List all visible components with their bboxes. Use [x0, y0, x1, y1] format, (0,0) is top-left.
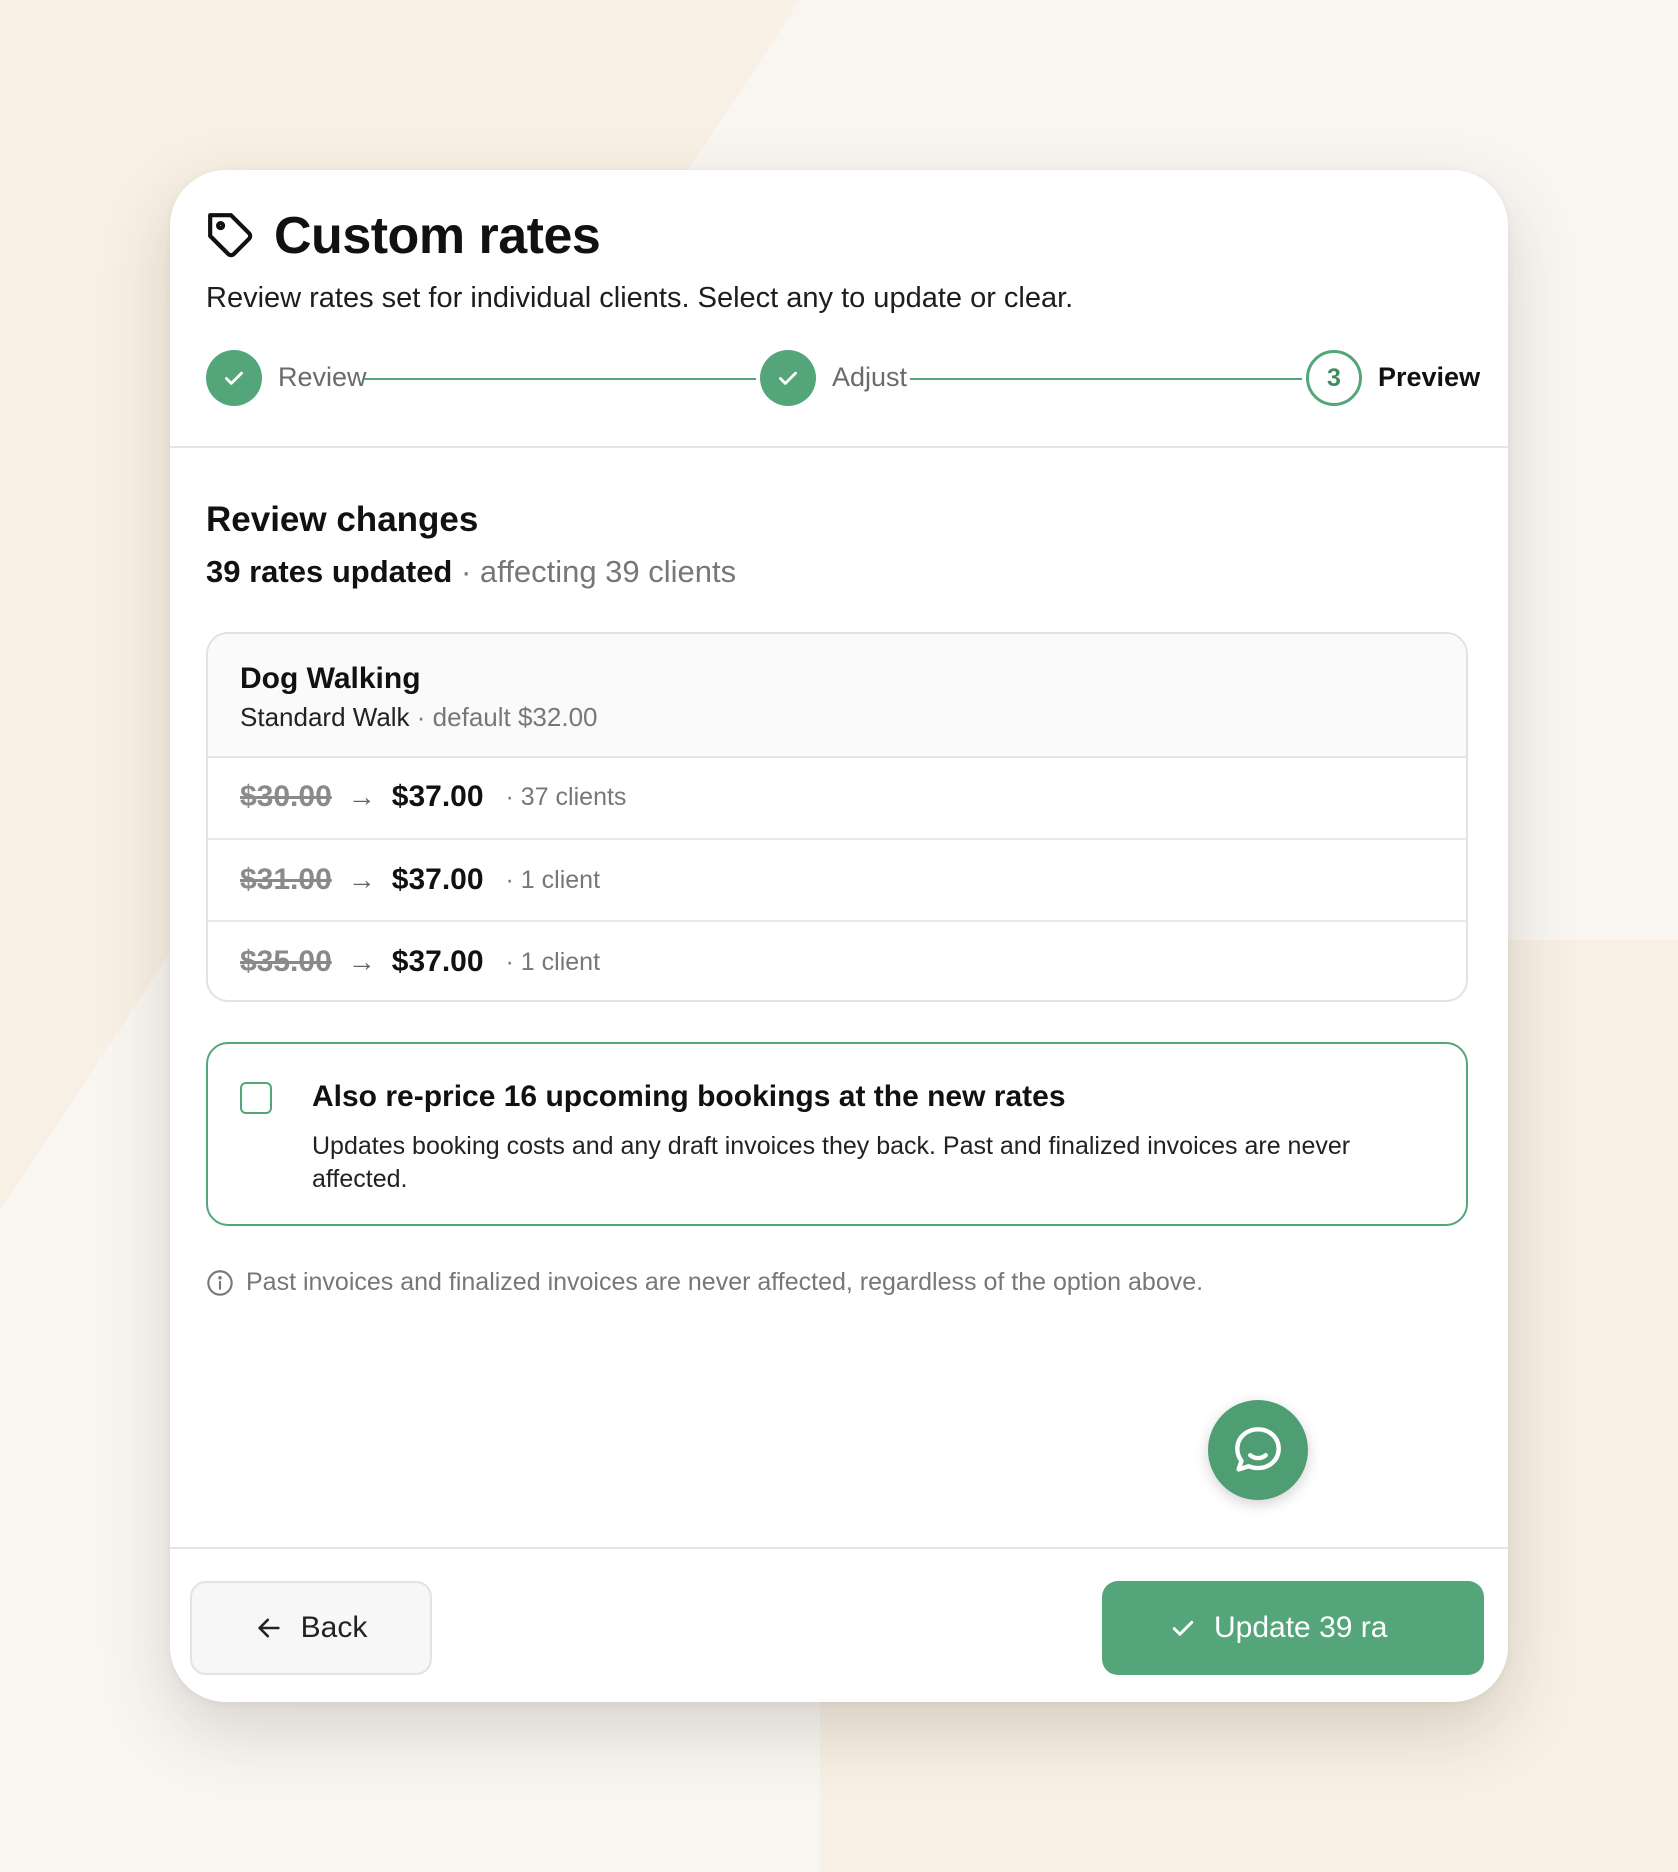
info-icon — [207, 1269, 233, 1296]
review-summary: 39 rates updated · affecting 39 clients — [206, 554, 736, 590]
review-changes-title: Review changes — [206, 500, 479, 539]
update-rates-button-label: Update 39 ra — [1214, 1611, 1388, 1644]
default-rate: · default $32.00 — [416, 702, 598, 732]
rate-changes-list: Dog Walking Standard Walk · default $32.… — [206, 632, 1468, 1002]
step-review-label: Review — [278, 362, 367, 392]
step-connector — [910, 378, 1302, 380]
service-variant: Standard Walk — [240, 702, 410, 732]
step-adjust-circle — [760, 350, 816, 406]
client-count: · 1 client — [505, 947, 601, 976]
info-note: Past invoices and finalized invoices are… — [206, 1268, 1203, 1297]
rate-change-row: $35.00 → $37.00 · 1 client — [208, 920, 1466, 1000]
step-preview-circle: 3 — [1306, 350, 1362, 406]
dialog-footer: Back Update 39 ra — [170, 1547, 1508, 1702]
step-number: 3 — [1327, 363, 1341, 392]
info-note-text: Past invoices and finalized invoices are… — [246, 1268, 1204, 1296]
old-rate: $35.00 — [240, 945, 332, 978]
step-review-circle — [206, 350, 262, 406]
chat-launcher-button[interactable] — [1208, 1400, 1308, 1500]
reprice-option-title: Also re-price 16 upcoming bookings at th… — [312, 1080, 1066, 1113]
new-rate: $37.00 — [391, 863, 484, 896]
client-count: · 37 clients — [505, 782, 627, 811]
title-row: Custom rates — [206, 206, 601, 266]
reprice-bookings-option[interactable]: Also re-price 16 upcoming bookings at th… — [206, 1042, 1468, 1226]
arrow-right-icon: → — [347, 946, 376, 977]
stepper: Review Adjust 3 Preview — [206, 350, 1480, 408]
new-rate: $37.00 — [391, 945, 484, 978]
page-title: Custom rates — [274, 207, 601, 265]
arrow-right-icon: → — [347, 864, 376, 895]
rate-change-row: $30.00 → $37.00 · 37 clients — [208, 756, 1466, 838]
service-subtitle: Standard Walk · default $32.00 — [240, 702, 598, 733]
clients-affected: · affecting 39 clients — [461, 554, 737, 589]
client-count: · 1 client — [505, 865, 601, 894]
chat-icon — [1235, 1427, 1281, 1472]
update-rates-button[interactable]: Update 39 ra — [1102, 1581, 1484, 1675]
step-preview-label: Preview — [1378, 362, 1481, 392]
service-name: Dog Walking — [240, 662, 421, 695]
reprice-option-description: Updates booking costs and any draft invo… — [312, 1132, 1351, 1193]
tag-icon — [208, 213, 253, 258]
rates-updated-count: 39 rates updated — [206, 554, 453, 589]
old-rate: $31.00 — [240, 863, 332, 896]
service-header: Dog Walking Standard Walk · default $32.… — [208, 634, 1466, 758]
old-rate: $30.00 — [240, 780, 332, 813]
check-icon — [1172, 1620, 1194, 1636]
page-subtitle: Review rates set for individual clients.… — [206, 282, 1074, 314]
new-rate: $37.00 — [391, 780, 484, 813]
back-button[interactable]: Back — [190, 1581, 432, 1675]
back-button-label: Back — [300, 1611, 368, 1644]
step-adjust-label: Adjust — [832, 362, 908, 392]
step-connector — [364, 378, 756, 380]
check-icon — [225, 371, 243, 385]
arrow-right-icon: → — [347, 781, 376, 812]
custom-rates-dialog: Custom rates Review rates set for indivi… — [170, 170, 1508, 1702]
arrow-left-icon — [258, 1618, 280, 1638]
reprice-bookings-checkbox[interactable] — [240, 1082, 272, 1114]
dialog-header: Custom rates Review rates set for indivi… — [170, 170, 1508, 448]
rate-change-row: $31.00 → $37.00 · 1 client — [208, 838, 1466, 920]
check-icon — [779, 371, 797, 385]
